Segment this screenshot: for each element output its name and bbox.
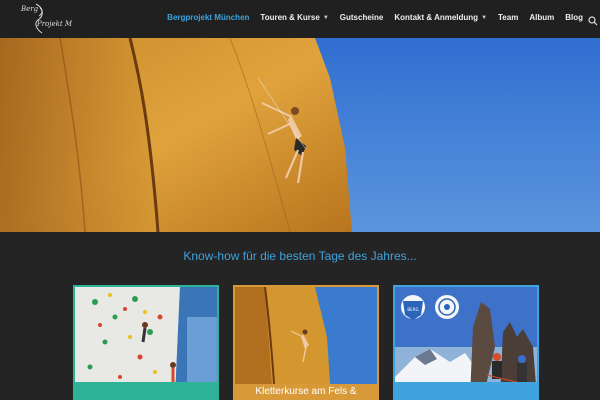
main-nav: Bergprojekt München Touren & Kurse ▼ Guts… [156, 13, 583, 22]
bergprojekt-logo[interactable]: Berg Projekt M [14, 2, 74, 36]
card-caption [395, 382, 537, 398]
nav-item-label: Touren & Kurse [260, 13, 320, 22]
nav-item-gutscheine[interactable]: Gutscheine [340, 13, 384, 22]
search-icon[interactable] [588, 13, 598, 26]
nav-item-label: Album [529, 13, 555, 22]
main-content: Know-how für die besten Tage des Jahres.… [0, 232, 600, 400]
nav-item-album[interactable]: Album [529, 13, 554, 22]
card-kletterhalle[interactable] [73, 285, 219, 400]
nav-item-label: Blog [565, 13, 583, 22]
svg-text:BERG: BERG [407, 307, 418, 312]
site-header: Berg Projekt M Bergprojekt München Toure… [0, 0, 600, 38]
nav-item-label: Gutscheine [339, 13, 384, 22]
nav-item-label: Bergprojekt München [167, 13, 250, 22]
card-kletterkurse-fels[interactable]: Kletterkurse am Fels & [233, 285, 379, 400]
nav-item-label: Kontakt & Anmeldung [394, 13, 479, 22]
chevron-down-icon: ▼ [481, 14, 488, 21]
rock-climbing-photo [235, 287, 377, 398]
logo-text-line2: Projekt M [37, 20, 73, 28]
hero-image [0, 38, 600, 232]
nav-item-bergprojekt-muenchen[interactable]: Bergprojekt München [167, 13, 249, 22]
climber-on-rock-photo [0, 38, 600, 232]
nav-item-kontakt-anmeldung[interactable]: Kontakt & Anmeldung ▼ [394, 13, 487, 22]
chevron-down-icon: ▼ [322, 14, 329, 21]
nav-item-blog[interactable]: Blog [565, 13, 583, 22]
nav-item-label: Team [498, 13, 519, 22]
card-caption [75, 382, 217, 398]
nav-item-team[interactable]: Team [498, 13, 518, 22]
card-caption: Kletterkurse am Fels & [235, 384, 377, 398]
card-hochtouren[interactable]: BERG [393, 285, 539, 400]
logo-text-line1: Berg [21, 5, 39, 13]
nav-item-touren-kurse[interactable]: Touren & Kurse ▼ [260, 13, 328, 22]
tagline: Know-how für die besten Tage des Jahres.… [183, 249, 417, 263]
